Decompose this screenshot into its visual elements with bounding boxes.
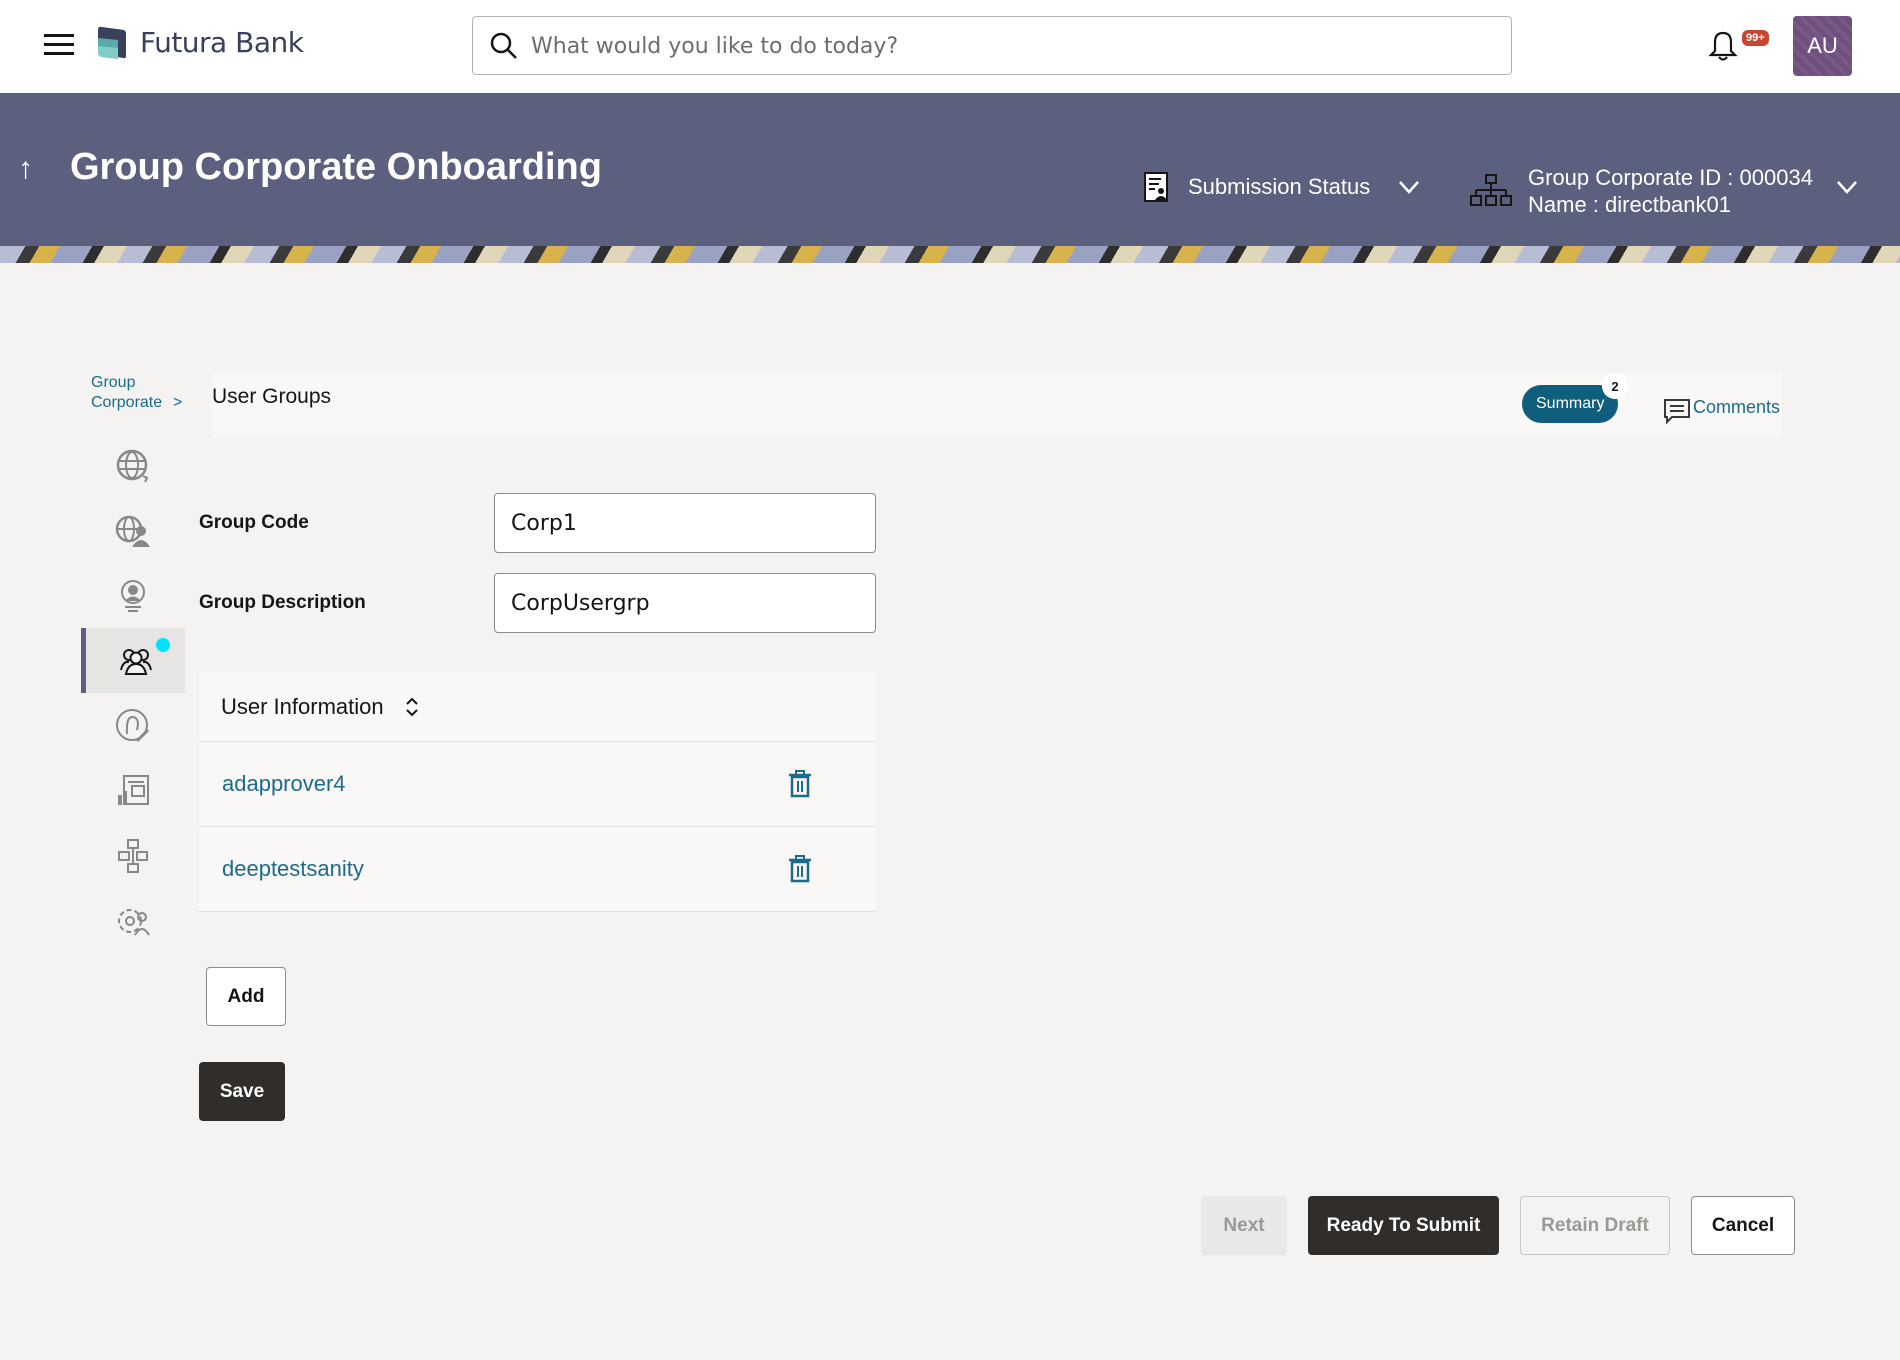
save-button[interactable]: Save [199, 1062, 285, 1121]
menu-icon[interactable] [44, 34, 74, 56]
section-header: User Groups Summary 2 Comments [212, 373, 1782, 437]
cancel-button[interactable]: Cancel [1691, 1196, 1795, 1255]
group-code-input[interactable] [494, 493, 876, 553]
settings-user-icon [118, 908, 150, 936]
chevron-down-icon[interactable] [1836, 180, 1858, 194]
user-edit-icon [116, 708, 150, 742]
ready-to-submit-button[interactable]: Ready To Submit [1308, 1196, 1499, 1255]
add-button[interactable]: Add [206, 967, 286, 1026]
user-link[interactable]: deeptestsanity [222, 856, 364, 882]
step-user-groups[interactable] [81, 628, 185, 693]
submission-status-dropdown[interactable]: Submission Status [1144, 172, 1420, 202]
search-input[interactable] [531, 27, 1491, 65]
table-row: adapprover4 [199, 742, 876, 827]
sort-icon[interactable] [404, 696, 420, 718]
back-arrow-icon[interactable]: ↑ [18, 152, 33, 186]
group-description-input[interactable] [494, 573, 876, 633]
step-workflow[interactable] [81, 823, 185, 888]
comments-link[interactable]: Comments [1663, 389, 1780, 425]
comment-icon [1664, 399, 1690, 425]
group-code-label: Group Code [199, 512, 309, 533]
top-bar: Futura Bank 99+ AU [0, 0, 1900, 93]
retain-draft-button[interactable]: Retain Draft [1520, 1196, 1670, 1255]
step-user-profile[interactable] [81, 563, 185, 628]
globe-refresh-icon [116, 449, 149, 482]
delete-icon[interactable] [788, 770, 812, 798]
breadcrumb[interactable]: Group Corporate > [91, 373, 182, 413]
breadcrumb-line2: Corporate [91, 394, 163, 411]
avatar[interactable]: AU [1793, 16, 1852, 76]
group-corporate-info: Group Corporate ID : 000034 Name : direc… [1470, 164, 1857, 218]
user-profile-icon [121, 579, 145, 612]
step-navigation [81, 433, 185, 953]
submission-status-label: Submission Status [1188, 174, 1371, 199]
search-icon [490, 32, 517, 59]
section-title: User Groups [212, 385, 332, 408]
step-globe-refresh[interactable] [81, 433, 185, 498]
step-report[interactable] [81, 758, 185, 823]
banner-decoration [0, 246, 1900, 263]
search-bar[interactable] [472, 16, 1512, 75]
brand-name: Futura Bank [140, 26, 304, 59]
breadcrumb-line1: Group [91, 374, 136, 391]
comments-label: Comments [1693, 396, 1781, 417]
bank-logo-icon [98, 26, 126, 59]
step-settings-user[interactable] [81, 888, 185, 953]
user-group-icon [119, 648, 152, 675]
user-information-title: User Information [221, 693, 384, 719]
next-button[interactable]: Next [1201, 1196, 1287, 1255]
user-information-header: User Information [199, 672, 876, 742]
document-user-icon [1144, 172, 1168, 202]
step-user-edit[interactable] [81, 693, 185, 758]
chevron-down-icon [1399, 181, 1420, 194]
report-icon [118, 774, 149, 805]
group-corporate-id: Group Corporate ID : 000034 [1528, 165, 1813, 190]
notification-bell-icon[interactable] [1708, 30, 1738, 62]
step-globe-user[interactable] [81, 498, 185, 563]
hierarchy-icon [1470, 174, 1512, 206]
notification-badge: 99+ [1742, 30, 1769, 46]
globe-user-icon [115, 515, 150, 547]
page-title: Group Corporate Onboarding [70, 146, 602, 188]
workflow-icon [118, 838, 148, 873]
summary-count-badge: 2 [1602, 373, 1628, 399]
user-link[interactable]: adapprover4 [222, 771, 346, 797]
chevron-right-icon: > [173, 394, 183, 411]
delete-icon[interactable] [788, 855, 812, 883]
group-description-label: Group Description [199, 592, 366, 613]
active-step-indicator [156, 638, 170, 652]
table-row: deeptestsanity [199, 827, 876, 912]
user-information-table: User Information adapprover4 deeptestsan… [199, 672, 876, 912]
group-corporate-name: Name : directbank01 [1528, 192, 1731, 217]
